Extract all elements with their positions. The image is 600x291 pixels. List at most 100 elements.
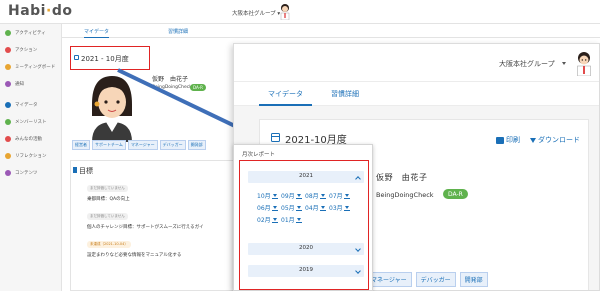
meeting-icon: [5, 64, 11, 70]
tag[interactable]: 開発部: [187, 140, 206, 150]
bg-org-switcher[interactable]: 大阪本社グループ ▾: [232, 9, 280, 17]
download-icon: [530, 137, 536, 143]
download-icon: [319, 206, 326, 211]
month-download-link[interactable]: 09月: [281, 191, 302, 200]
tag[interactable]: デバッガー: [159, 140, 186, 150]
month-download-link[interactable]: 01月: [281, 215, 302, 224]
chevron-down-icon[interactable]: [562, 62, 566, 65]
goal-item: 設定まわりなど必要な情報をマニュアル化する: [87, 253, 182, 258]
report-title: 月次レポート: [242, 152, 276, 158]
sidebar-item-meeting[interactable]: ミーティングボード: [5, 62, 55, 72]
bg-profile-name: 仮野 由花子: [152, 76, 189, 83]
month-download-link[interactable]: 06月: [257, 203, 278, 212]
sidebar-item-members[interactable]: メンバーリスト: [5, 117, 47, 127]
sidebar-item-everyone[interactable]: みんなの活動: [5, 134, 42, 144]
month-download-link[interactable]: 07月: [329, 191, 350, 200]
download-icon: [343, 194, 350, 199]
download-icon: [271, 194, 278, 199]
year-toggle-2020[interactable]: 2020: [248, 243, 364, 255]
report-highlight-box: 2021 10月 09月 08月 07月 06月 05月 04月 03月 02月 01月 2020…: [239, 160, 369, 290]
sidebar-item-contents[interactable]: コンテンツ: [5, 168, 38, 178]
org-switcher[interactable]: 大阪本社グループ: [499, 59, 555, 69]
download-icon: [271, 218, 278, 223]
download-icon: [295, 194, 302, 199]
goal-card: 目標 まだ評価していません 乗都目標：QAの向上 まだ評価していません 個人のチ…: [70, 160, 238, 291]
month-download-link[interactable]: 04月: [305, 203, 326, 212]
calendar-icon: [74, 55, 79, 60]
month-download-link[interactable]: 03月: [329, 203, 350, 212]
sidebar-item-action[interactable]: アクション: [5, 45, 37, 55]
user-icon: [5, 102, 11, 108]
fg-tabs: マイデータ 習慣詳細: [234, 82, 599, 106]
download-icon: [295, 206, 302, 211]
year-toggle-2021[interactable]: 2021: [248, 171, 364, 183]
sidebar-item-reflection[interactable]: リフレクション: [5, 151, 47, 161]
month-download-link[interactable]: 05月: [281, 203, 302, 212]
bg-date-highlight[interactable]: 2021 - 10月度: [70, 46, 150, 70]
month-label: 06月: [257, 205, 271, 212]
month-label: 03月: [329, 205, 343, 212]
month-label: 05月: [281, 205, 295, 212]
goal-status-pill: まだ評価していません: [87, 213, 128, 220]
print-icon: [496, 136, 504, 144]
tag[interactable]: マネージャー: [127, 140, 158, 150]
members-icon: [5, 119, 11, 125]
goal-status-pill: まだ評価していません: [87, 185, 128, 192]
month-label: 07月: [329, 193, 343, 200]
tag[interactable]: サポートチーム: [92, 140, 126, 150]
profile-illustration: [92, 76, 132, 142]
profile-badge: DA-R: [443, 189, 468, 199]
bg-profile-sub: BeingDoingCheck: [152, 85, 192, 90]
month-label: 08月: [305, 193, 319, 200]
tab-mydata[interactable]: マイデータ: [259, 89, 312, 106]
reflection-icon: [5, 153, 11, 159]
bell-icon: [5, 81, 11, 87]
goal-status-pill: 未達成（2021-10-04）: [87, 241, 131, 248]
goal-title: 目標: [79, 167, 93, 175]
profile-name: 仮野 由花子: [376, 173, 428, 182]
monthly-report-dropdown: 月次レポート 2021 10月 09月 08月 07月 06月 05月 04月 03月 02月 0…: [233, 144, 373, 291]
bg-header: Habi·do 大阪本社グループ ▾: [0, 0, 600, 24]
month-download-link[interactable]: 10月: [257, 191, 278, 200]
sidebar-item-activity[interactable]: アクティビティ: [5, 28, 46, 38]
month-label: 01月: [281, 217, 295, 224]
bg-logo: Habi·do: [8, 3, 73, 19]
month-label: 04月: [305, 205, 319, 212]
profile-sub: BeingDoingCheck: [376, 191, 434, 199]
download-button[interactable]: ダウンロード: [530, 135, 580, 145]
bg-tab-habit-detail[interactable]: 習慣詳細: [168, 28, 188, 35]
tag[interactable]: 開発部: [459, 272, 488, 287]
tag-list: マネージャー デバッガー 開発部: [366, 272, 488, 287]
month-label: 09月: [281, 193, 295, 200]
download-icon: [319, 194, 326, 199]
heart-icon: [5, 136, 11, 142]
sidebar-item-mydata[interactable]: マイデータ: [5, 100, 38, 110]
month-label: 02月: [257, 217, 271, 224]
month-label: 10月: [257, 193, 271, 200]
goal-item: 乗都目標：QAの向上: [87, 197, 130, 202]
bg-sidebar: アクティビティ アクション ミーティングボード 通知 マイデータ メンバーリスト…: [0, 24, 62, 291]
calendar-icon: [271, 133, 280, 142]
tab-habit-detail[interactable]: 習慣詳細: [331, 89, 359, 99]
download-icon: [295, 218, 302, 223]
bg-avatar[interactable]: [278, 3, 292, 20]
bg-profile-badge: DA-R: [190, 84, 206, 91]
tag[interactable]: デバッガー: [415, 272, 456, 287]
print-button[interactable]: 印刷: [496, 135, 520, 145]
avatar[interactable]: [574, 51, 594, 76]
goal-item: 個人のチャレンジ目標：サポートがスムーズに行えるガイ: [87, 225, 204, 230]
month-grid-2021: 10月 09月 08月 07月 06月 05月 04月 03月 02月 01月: [257, 191, 367, 245]
bg-date-label: 2021 - 10月度: [81, 55, 129, 63]
bg-tab-mydata[interactable]: マイデータ: [84, 28, 110, 38]
month-download-link[interactable]: 08月: [305, 191, 326, 200]
month-download-link[interactable]: 02月: [257, 215, 278, 224]
flag-icon: [73, 167, 77, 173]
contents-icon: [5, 170, 11, 176]
year-toggle-2019[interactable]: 2019: [248, 265, 364, 277]
download-icon: [271, 206, 278, 211]
tag[interactable]: 経営者: [72, 140, 90, 150]
download-icon: [343, 206, 350, 211]
activity-icon: [5, 30, 11, 36]
sidebar-item-notification[interactable]: 通知: [5, 79, 24, 89]
fg-header: 大阪本社グループ: [234, 44, 599, 82]
